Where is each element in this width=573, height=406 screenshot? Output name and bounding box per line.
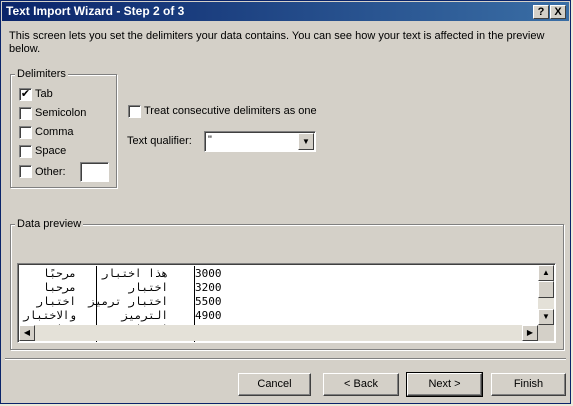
scroll-right-icon[interactable]: ▶ — [522, 325, 538, 341]
close-icon[interactable]: X — [550, 5, 566, 19]
text-import-wizard-dialog: Text Import Wizard - Step 2 of 3 ? X Thi… — [0, 0, 571, 404]
table-row: والاختبار الترميز 4900 — [18, 309, 537, 323]
table-cell: والاختبار — [23, 309, 76, 322]
comma-checkbox[interactable] — [19, 126, 32, 139]
scroll-down-icon[interactable]: ▼ — [538, 309, 554, 325]
consecutive-delimiters-label: Treat consecutive delimiters as one — [144, 105, 317, 117]
table-row: مرحبًا هذا اختبار 3000 — [18, 267, 537, 281]
text-qualifier-value: " — [208, 134, 212, 146]
finish-button[interactable]: Finish — [491, 373, 566, 396]
button-separator — [5, 358, 566, 360]
horizontal-scrollbar[interactable]: ◀ ▶ — [19, 325, 538, 341]
intro-text: This screen lets you set the delimiters … — [9, 30, 545, 55]
text-qualifier-select[interactable]: " ▼ — [204, 131, 316, 152]
table-row: مرحبا اختبار 3200 — [18, 281, 537, 295]
other-checkbox[interactable] — [19, 165, 32, 178]
table-cell: اختبار — [36, 295, 76, 308]
tab-label: Tab — [35, 88, 53, 100]
scroll-up-icon[interactable]: ▲ — [538, 265, 554, 281]
table-cell: الترميز — [121, 309, 168, 322]
back-button[interactable]: < Back — [323, 373, 399, 396]
other-label: Other: — [35, 166, 66, 178]
help-button[interactable]: ? — [533, 5, 549, 19]
data-preview-grid[interactable]: مرحبًا هذا اختبار 3000 مرحبا اختبار 3200 اختبا… — [17, 263, 556, 343]
scroll-thumb-vertical[interactable] — [538, 281, 554, 298]
semicolon-label: Semicolon — [35, 107, 87, 119]
text-qualifier-label: Text qualifier: — [127, 135, 192, 147]
vertical-scrollbar[interactable]: ▲ ▼ — [538, 265, 554, 325]
scroll-left-icon[interactable]: ◀ — [19, 325, 35, 341]
title-bar: Text Import Wizard - Step 2 of 3 ? X — [2, 2, 569, 21]
table-cell: اختبار ترميز — [88, 295, 168, 308]
space-label: Space — [35, 145, 67, 157]
comma-label: Comma — [35, 126, 74, 138]
table-cell: 3200 — [195, 281, 222, 294]
table-cell: اختبار — [128, 281, 168, 294]
tab-checkbox[interactable]: ✔ — [19, 88, 32, 101]
table-cell: 4900 — [195, 309, 222, 322]
next-button[interactable]: Next > — [406, 372, 483, 397]
scrollbar-corner — [538, 325, 554, 341]
semicolon-checkbox[interactable] — [19, 107, 32, 120]
space-checkbox[interactable] — [19, 145, 32, 158]
window-title: Text Import Wizard - Step 2 of 3 — [6, 4, 185, 18]
table-row: اختبار اختبار ترميز 5500 — [18, 295, 537, 309]
table-cell: 5500 — [195, 295, 222, 308]
table-cell: 3000 — [195, 267, 222, 280]
data-preview-group-label: Data preview — [15, 218, 84, 231]
cancel-button[interactable]: Cancel — [238, 373, 311, 396]
delimiters-group-label: Delimiters — [15, 68, 68, 81]
chevron-down-icon[interactable]: ▼ — [298, 133, 314, 150]
consecutive-delimiters-checkbox[interactable] — [128, 105, 141, 118]
other-delimiter-input[interactable] — [80, 162, 109, 182]
table-cell: مرحبا — [42, 281, 76, 294]
table-cell: هذا اختبار — [101, 267, 168, 280]
table-cell: مرحبًا — [42, 267, 76, 280]
